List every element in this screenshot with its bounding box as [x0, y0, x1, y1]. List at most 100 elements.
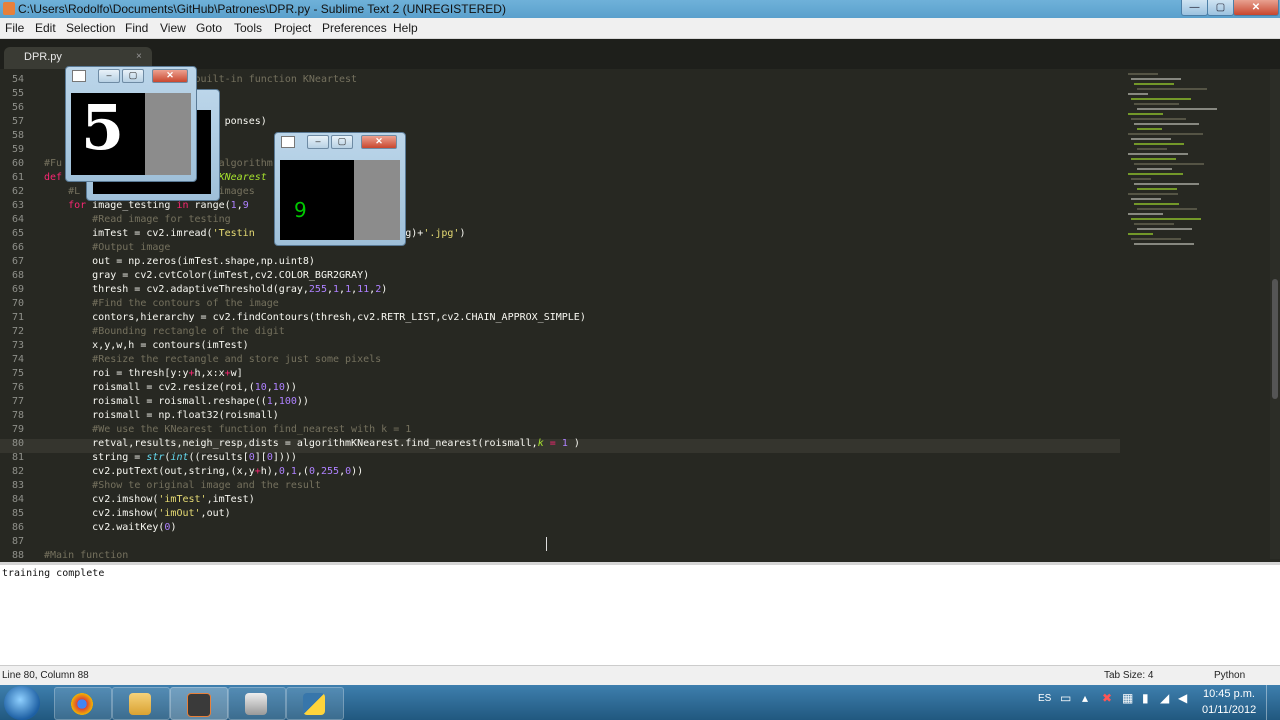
signal-icon[interactable]: ◢	[1160, 691, 1169, 705]
code-line-69: thresh = cv2.adaptiveThreshold(gray,255,…	[44, 284, 388, 295]
line-number: 76	[11, 382, 24, 393]
imtest-close-icon[interactable]: ✕	[152, 69, 188, 83]
line-number: 78	[11, 410, 24, 421]
minimap-row	[1131, 98, 1191, 100]
line-number: 67	[11, 256, 24, 267]
line-number: 69	[11, 284, 24, 295]
keyboard-icon[interactable]: ▭	[1060, 691, 1071, 705]
minimap-row	[1128, 133, 1203, 135]
menu-file[interactable]: File	[5, 21, 24, 35]
close-icon[interactable]: ✕	[1233, 0, 1279, 16]
code-line-80: retval,results,neigh_resp,dists = algori…	[44, 438, 580, 449]
menu-preferences[interactable]: Preferences	[322, 21, 387, 35]
sublime-app-icon	[3, 2, 15, 15]
imtest-maximize-icon[interactable]: ▢	[122, 69, 144, 83]
code-line-66: #Output image	[92, 242, 171, 253]
line-number: 82	[11, 466, 24, 477]
menu-tools[interactable]: Tools	[234, 21, 262, 35]
build-output-panel[interactable]: training complete	[0, 562, 1280, 665]
tab-size[interactable]: Tab Size: 4	[1104, 670, 1153, 681]
minimap[interactable]	[1120, 69, 1270, 259]
title-bar: C:\Users\Rodolfo\Documents\GitHub\Patron…	[0, 0, 1280, 18]
minimap-row	[1134, 143, 1184, 145]
code-line-68: gray = cv2.cvtColor(imTest,cv2.COLOR_BGR…	[44, 270, 370, 281]
minimap-row	[1131, 178, 1151, 180]
taskbar-chrome[interactable]	[54, 687, 112, 720]
taskbar-video[interactable]	[228, 687, 286, 720]
security-icon[interactable]: ✖	[1102, 691, 1112, 705]
cursor-position: Line 80, Column 88	[2, 670, 89, 681]
menu-view[interactable]: View	[160, 21, 186, 35]
status-bar: Line 80, Column 88 Tab Size: 4 Python	[0, 665, 1280, 686]
line-number: 57	[11, 116, 24, 127]
menu-help[interactable]: Help	[393, 21, 418, 35]
imout-maximize-icon[interactable]: ▢	[331, 135, 353, 149]
menu-selection[interactable]: Selection	[66, 21, 115, 35]
window-caption-icon	[281, 136, 295, 148]
console-output: training complete	[2, 568, 105, 579]
line-number: 54	[11, 74, 24, 85]
maximize-icon[interactable]: ▢	[1207, 0, 1234, 16]
minimap-row	[1137, 108, 1217, 110]
tab-label: DPR.py	[24, 51, 62, 63]
minimap-row	[1131, 198, 1161, 200]
clock-time[interactable]: 10:45 p.m.	[1203, 688, 1255, 700]
imtest-minimize-icon[interactable]: –	[98, 69, 120, 83]
scrollbar-thumb[interactable]	[1272, 279, 1278, 399]
minimap-row	[1131, 218, 1201, 220]
code-line-71: contors,hierarchy = cv2.findContours(thr…	[44, 312, 586, 323]
minimap-row	[1134, 163, 1204, 165]
tab-close-icon[interactable]: ×	[136, 51, 142, 62]
taskbar-explorer[interactable]	[112, 687, 170, 720]
code-line-63: for image_testing in range(1,9	[68, 200, 249, 211]
menu-find[interactable]: Find	[125, 21, 148, 35]
line-number: 72	[11, 326, 24, 337]
menu-goto[interactable]: Goto	[196, 21, 222, 35]
imout-close-icon[interactable]: ✕	[361, 135, 397, 149]
menu-project[interactable]: Project	[274, 21, 311, 35]
minimap-row	[1134, 183, 1199, 185]
minimap-row	[1128, 93, 1148, 95]
line-number: 55	[11, 88, 24, 99]
imout-minimize-icon[interactable]: –	[307, 135, 329, 149]
line-number: 84	[11, 494, 24, 505]
line-number: 60	[11, 158, 24, 169]
language-indicator[interactable]: ES	[1038, 693, 1051, 704]
minimap-row	[1128, 213, 1163, 215]
line-number: 86	[11, 522, 24, 533]
code-line-81: string = str(int((results[0][0])))	[44, 452, 297, 463]
network-icon[interactable]: ▦	[1122, 691, 1133, 705]
start-button[interactable]	[4, 686, 40, 720]
minimize-icon[interactable]: —	[1181, 0, 1208, 16]
minimap-row	[1137, 188, 1177, 190]
code-line-84: cv2.imshow('imTest',imTest)	[44, 494, 255, 505]
minimap-row	[1134, 83, 1174, 85]
imout-gray-area	[354, 160, 400, 240]
imtest-gray-area	[145, 93, 191, 175]
show-desktop-button[interactable]	[1266, 685, 1280, 720]
minimap-row	[1134, 103, 1179, 105]
line-number: 65	[11, 228, 24, 239]
line-number: 71	[11, 312, 24, 323]
tray-arrow-icon[interactable]: ▴	[1082, 691, 1088, 705]
window-caption-icon	[72, 70, 86, 82]
power-icon[interactable]: ▮	[1142, 691, 1149, 705]
clock-date[interactable]: 01/11/2012	[1202, 704, 1256, 716]
image-window-imtest[interactable]: – ▢ ✕ 5	[65, 66, 197, 182]
line-number: 68	[11, 270, 24, 281]
code-line-79: #We use the KNearest function find_neare…	[92, 424, 412, 435]
imout-canvas: 9	[280, 160, 354, 240]
taskbar-python[interactable]	[286, 687, 344, 720]
python-icon	[303, 693, 325, 715]
menu-edit[interactable]: Edit	[35, 21, 56, 35]
window-title: C:\Users\Rodolfo\Documents\GitHub\Patron…	[18, 2, 506, 16]
image-window-imout[interactable]: – ▢ ✕ 9	[274, 132, 406, 246]
volume-icon[interactable]: ◀	[1178, 691, 1187, 705]
minimap-row	[1128, 113, 1163, 115]
code-line-72: #Bounding rectangle of the digit	[92, 326, 285, 337]
syntax-mode[interactable]: Python	[1214, 670, 1245, 681]
taskbar-sublime[interactable]	[170, 687, 228, 720]
imout-digit: 9	[294, 198, 307, 222]
